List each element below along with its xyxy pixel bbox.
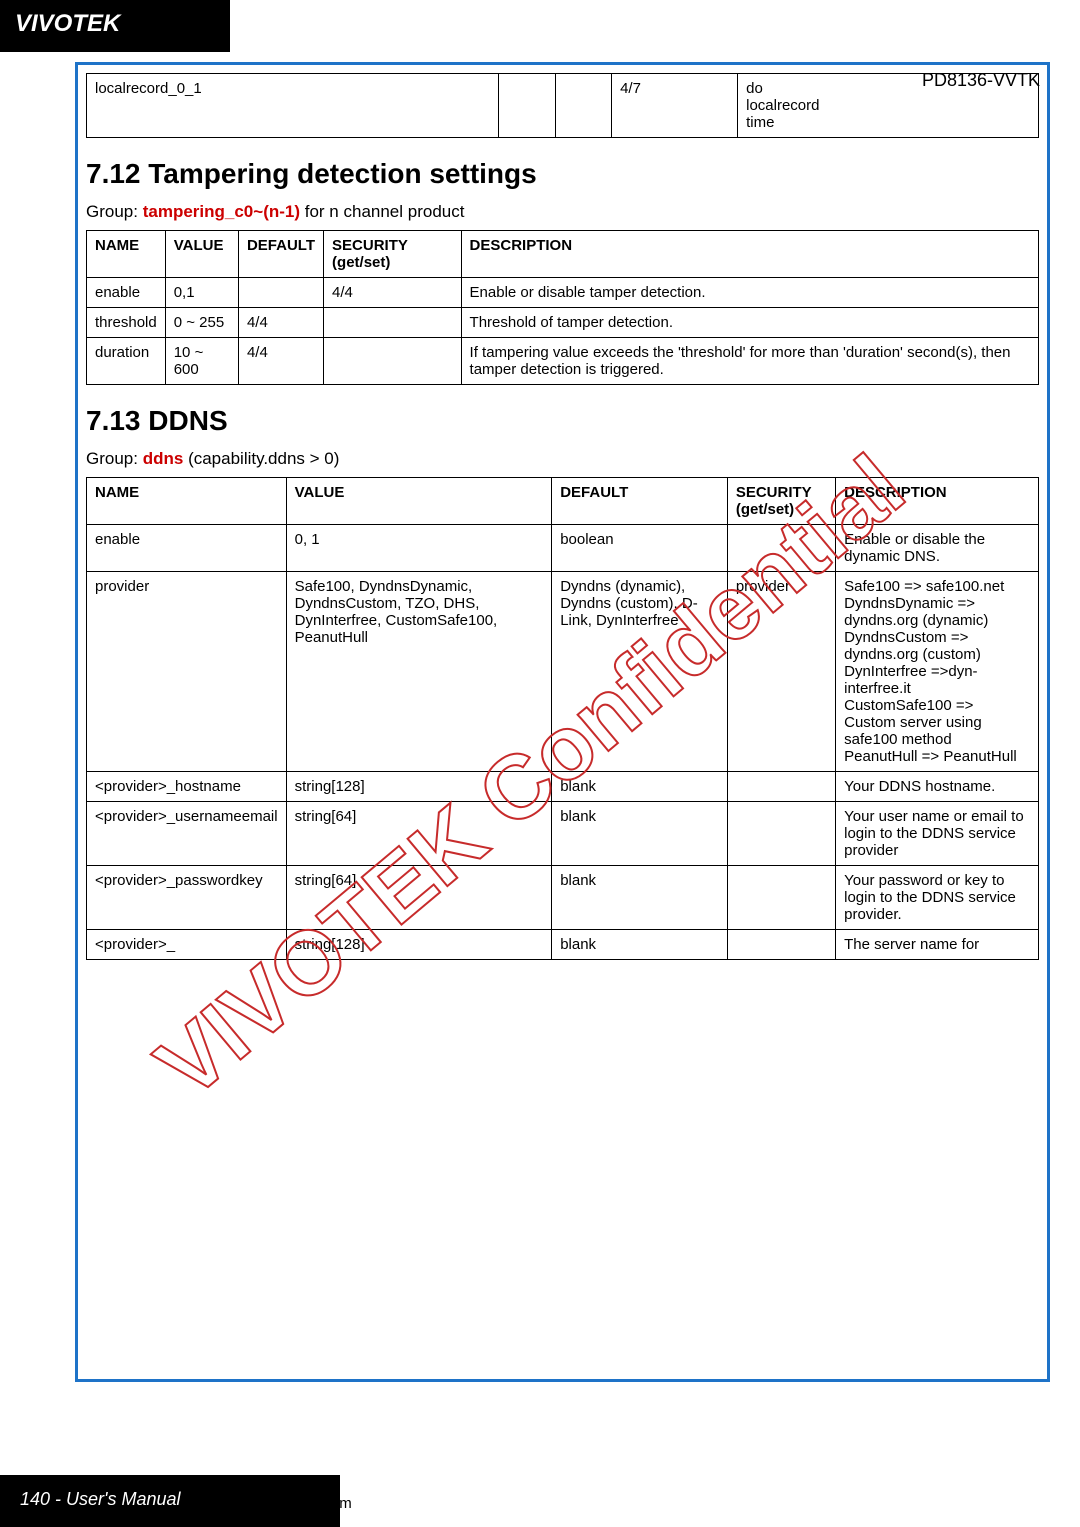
th: DEFAULT [552, 478, 728, 525]
table-row: localrecord_0_1 4/7 do localrecord time [87, 74, 1039, 138]
cell [727, 930, 835, 960]
cell: localrecord_0_1 [87, 74, 499, 138]
footer-url: 3w.vivotek.com [250, 1495, 352, 1512]
table-header-row: NAME VALUE DEFAULT SECURITY (get/set) DE… [87, 478, 1039, 525]
th: SECURITY (get/set) [324, 231, 462, 278]
cell: The server name for [836, 930, 1039, 960]
cell: Your user name or email to login to the … [836, 802, 1039, 866]
cell: If tampering value exceeds the 'threshol… [461, 338, 1038, 385]
cell: Enable or disable the dynamic DNS. [836, 525, 1039, 572]
table-row: <provider>_ string[128] blank The server… [87, 930, 1039, 960]
cell: 4/4 [238, 308, 323, 338]
section-title: DDNS [148, 405, 227, 436]
cell: enable [87, 278, 166, 308]
th: VALUE [286, 478, 552, 525]
table-row: enable 0,1 4/4 Enable or disable tamper … [87, 278, 1039, 308]
model-label: PD8136-VVTK [922, 70, 1040, 91]
section-title: Tampering detection settings [148, 158, 536, 189]
cell: string[128] [286, 772, 552, 802]
cell: string[64] [286, 802, 552, 866]
intro-table: localrecord_0_1 4/7 do localrecord time [86, 73, 1039, 138]
cell: 10 ~ 600 [165, 338, 238, 385]
text: Group: [86, 202, 138, 221]
th: VALUE [165, 231, 238, 278]
cell [555, 74, 612, 138]
cell [324, 338, 462, 385]
cell: blank [552, 930, 728, 960]
cell: 0,1 [165, 278, 238, 308]
tampering-table: NAME VALUE DEFAULT SECURITY (get/set) DE… [86, 230, 1039, 385]
section-heading: 7.13 DDNS [86, 405, 1039, 437]
cell: enable [87, 525, 287, 572]
cell: threshold [87, 308, 166, 338]
table-row: duration 10 ~ 600 4/4 If tampering value… [87, 338, 1039, 385]
group-line: Group: tampering_c0~(n-1) for n channel … [86, 202, 1039, 222]
cell: blank [552, 866, 728, 930]
cell: duration [87, 338, 166, 385]
cell: Safe100 => safe100.net DyndnsDynamic => … [836, 572, 1039, 772]
th: SECURITY (get/set) [727, 478, 835, 525]
cell: Safe100, DyndnsDynamic, DyndnsCustom, TZ… [286, 572, 552, 772]
table-row: <provider>_usernameemail string[64] blan… [87, 802, 1039, 866]
brand-header: VIVOTEK [0, 0, 230, 52]
cell: Dyndns (dynamic), Dyndns (custom), D-Lin… [552, 572, 728, 772]
text: Group: [86, 449, 138, 468]
cell [498, 74, 555, 138]
table-header-row: NAME VALUE DEFAULT SECURITY (get/set) DE… [87, 231, 1039, 278]
th: DESCRIPTION [461, 231, 1038, 278]
cell [324, 308, 462, 338]
text: (capability.ddns > 0) [188, 449, 339, 468]
table-row: enable 0, 1 boolean Enable or disable th… [87, 525, 1039, 572]
cell [727, 772, 835, 802]
cell: Your DDNS hostname. [836, 772, 1039, 802]
text: localrecord [746, 97, 1030, 114]
cell: blank [552, 772, 728, 802]
brand-text: VIVOTEK [15, 10, 120, 37]
cell: 4/4 [324, 278, 462, 308]
content-frame: localrecord_0_1 4/7 do localrecord time … [75, 62, 1050, 1382]
section-number: 7.13 [86, 405, 141, 436]
page-number: 140 - User's Manual [20, 1489, 181, 1509]
cell: Your password or key to login to the DDN… [836, 866, 1039, 930]
cell: blank [552, 802, 728, 866]
cell: string[128] [286, 930, 552, 960]
ddns-table: NAME VALUE DEFAULT SECURITY (get/set) DE… [86, 477, 1039, 960]
cell [238, 278, 323, 308]
cell: provider [727, 572, 835, 772]
cell: boolean [552, 525, 728, 572]
cell [727, 866, 835, 930]
th: NAME [87, 478, 287, 525]
th: NAME [87, 231, 166, 278]
cell: provider [87, 572, 287, 772]
cell: <provider>_usernameemail [87, 802, 287, 866]
group-value: ddns [143, 449, 184, 468]
table-row: <provider>_passwordkey string[64] blank … [87, 866, 1039, 930]
cell: 0 ~ 255 [165, 308, 238, 338]
cell [727, 802, 835, 866]
cell: string[64] [286, 866, 552, 930]
section-number: 7.12 [86, 158, 141, 189]
text: time [746, 114, 1030, 131]
cell: 0, 1 [286, 525, 552, 572]
cell [727, 525, 835, 572]
cell: 4/7 [612, 74, 738, 138]
text: for n channel product [305, 202, 465, 221]
cell: <provider>_hostname [87, 772, 287, 802]
cell: Enable or disable tamper detection. [461, 278, 1038, 308]
table-row: threshold 0 ~ 255 4/4 Threshold of tampe… [87, 308, 1039, 338]
th: DESCRIPTION [836, 478, 1039, 525]
table-row: <provider>_hostname string[128] blank Yo… [87, 772, 1039, 802]
group-line: Group: ddns (capability.ddns > 0) [86, 449, 1039, 469]
section-heading: 7.12 Tampering detection settings [86, 158, 1039, 190]
cell: <provider>_passwordkey [87, 866, 287, 930]
table-row: provider Safe100, DyndnsDynamic, DyndnsC… [87, 572, 1039, 772]
cell: Threshold of tamper detection. [461, 308, 1038, 338]
th: DEFAULT [238, 231, 323, 278]
group-value: tampering_c0~(n-1) [143, 202, 300, 221]
cell: <provider>_ [87, 930, 287, 960]
cell: 4/4 [238, 338, 323, 385]
